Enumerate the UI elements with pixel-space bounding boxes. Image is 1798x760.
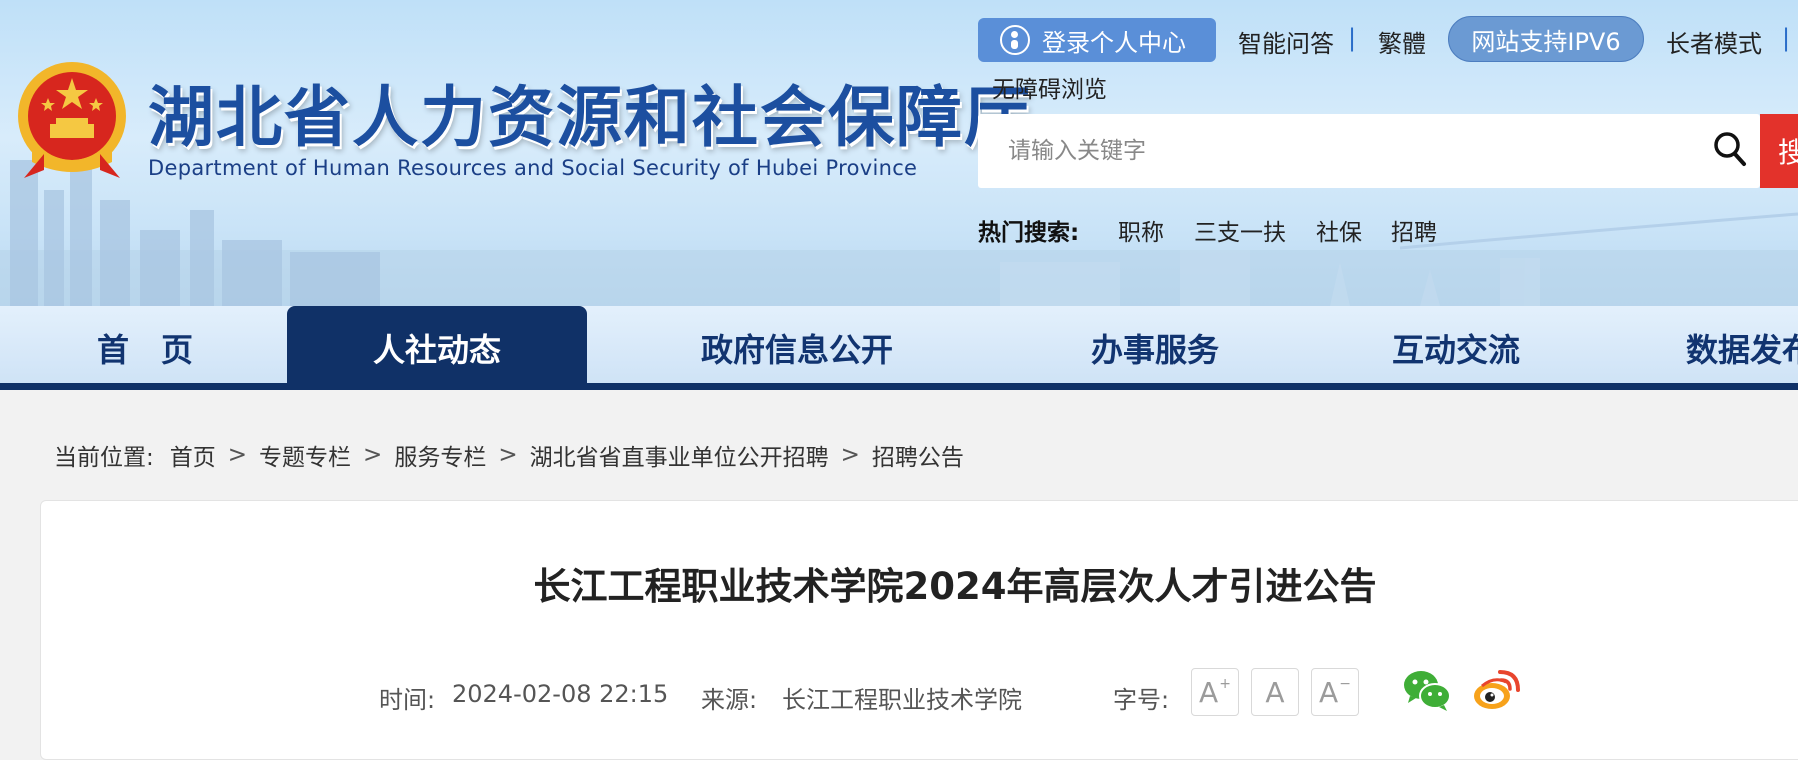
user-icon xyxy=(1000,25,1030,55)
national-emblem-icon xyxy=(18,62,126,178)
article-source: 长江工程职业技术学院 xyxy=(782,686,1022,714)
article-time: 2024-02-08 22:15 xyxy=(452,680,669,708)
article-time-label: 时间: xyxy=(379,686,436,714)
font-size-label: 字号: xyxy=(1113,686,1170,714)
accessibility-link[interactable]: 无障碍浏览 xyxy=(992,70,1107,104)
ai-qa-link[interactable]: 智能问答 xyxy=(1238,24,1334,59)
link-separator: | xyxy=(1782,24,1791,52)
nav-item-interaction[interactable]: 互动交流 xyxy=(1366,306,1546,390)
breadcrumb-announcement[interactable]: 招聘公告 xyxy=(872,438,964,472)
breadcrumb-recruitment[interactable]: 湖北省省直事业单位公开招聘 xyxy=(530,438,829,472)
breadcrumb-separator: > xyxy=(363,442,383,468)
wechat-icon[interactable] xyxy=(1402,668,1452,712)
breadcrumb-separator: > xyxy=(227,442,248,468)
main-navigation: 首 页 人社动态 政府信息公开 办事服务 互动交流 数据发布 xyxy=(0,306,1798,390)
nav-item-data[interactable]: 数据发布 xyxy=(1686,306,1798,390)
site-header: 湖北省人力资源和社会保障厅 Department of Human Resour… xyxy=(0,0,1798,306)
breadcrumb-service-column[interactable]: 服务专栏 xyxy=(394,438,486,472)
font-button-letter: A xyxy=(1265,675,1285,709)
breadcrumb-topics[interactable]: 专题专栏 xyxy=(259,438,351,472)
font-reset-button[interactable]: A xyxy=(1251,668,1299,716)
nav-item-gov-info[interactable]: 政府信息公开 xyxy=(672,306,922,390)
weibo-icon[interactable] xyxy=(1472,668,1522,712)
nav-item-home[interactable]: 首 页 xyxy=(60,306,230,390)
article-title: 长江工程职业技术学院2024年高层次人才引进公告 xyxy=(533,565,1377,608)
elder-mode-link[interactable]: 长者模式 xyxy=(1666,24,1762,59)
nav-item-services[interactable]: 办事服务 xyxy=(1065,306,1245,390)
breadcrumb-separator: > xyxy=(498,442,518,468)
hot-search-item[interactable]: 三支一扶 xyxy=(1194,213,1286,247)
breadcrumb-label: 当前位置: xyxy=(54,445,154,471)
font-increase-button[interactable]: A + xyxy=(1191,668,1239,716)
traditional-chinese-link[interactable]: 繁體 xyxy=(1378,24,1426,59)
hot-search-item[interactable]: 职称 xyxy=(1118,213,1164,247)
search-box xyxy=(978,114,1760,188)
search-button[interactable]: 搜 xyxy=(1760,114,1798,188)
article-source-label: 来源: xyxy=(701,686,758,714)
ipv6-button[interactable]: 网站支持IPV6 xyxy=(1448,16,1644,62)
hot-search-item[interactable]: 社保 xyxy=(1316,213,1362,247)
font-decrease-button[interactable]: A − xyxy=(1311,668,1359,716)
link-separator: | xyxy=(1348,24,1357,52)
breadcrumb: 当前位置: 首页 > 专题专栏 > 服务专栏 > 湖北省省直事业单位公开招聘 >… xyxy=(54,438,964,472)
site-title: 湖北省人力资源和社会保障厅 xyxy=(148,79,1032,156)
breadcrumb-home[interactable]: 首页 xyxy=(170,438,216,472)
font-button-letter: A xyxy=(1319,675,1339,709)
article-card xyxy=(40,500,1798,760)
hot-search-label: 热门搜索: xyxy=(978,220,1080,246)
login-label: 登录个人中心 xyxy=(1042,28,1186,57)
site-subtitle: Department of Human Resources and Social… xyxy=(148,156,918,180)
search-input[interactable] xyxy=(978,121,1668,181)
breadcrumb-separator: > xyxy=(840,442,860,468)
font-button-letter: A xyxy=(1199,675,1219,709)
hot-search-item[interactable]: 招聘 xyxy=(1391,213,1437,247)
nav-item-news[interactable]: 人社动态 xyxy=(287,306,587,390)
login-button[interactable]: 登录个人中心 xyxy=(978,18,1216,62)
search-icon[interactable] xyxy=(1713,131,1747,167)
